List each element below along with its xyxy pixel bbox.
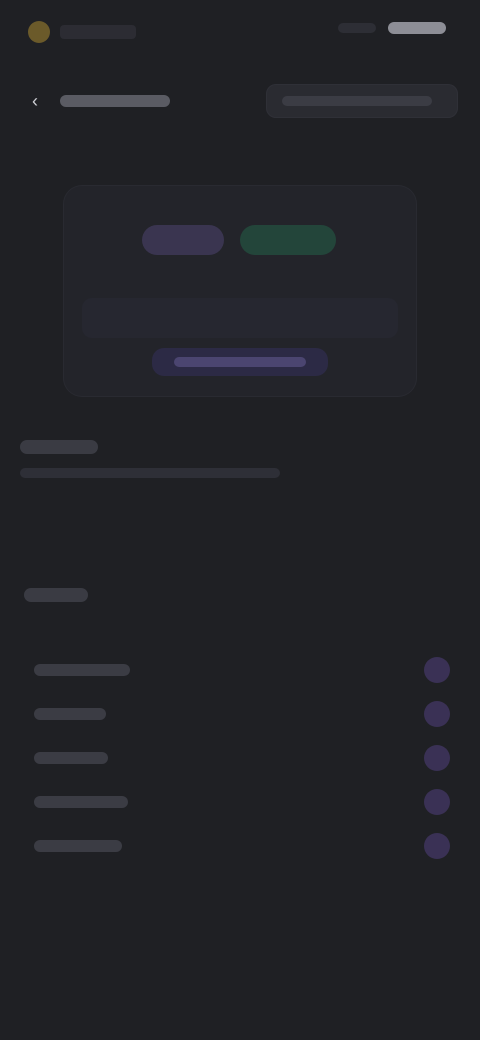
back-button[interactable]: ‹ bbox=[32, 88, 192, 114]
list-item-badge bbox=[424, 657, 450, 683]
list-item-label bbox=[34, 664, 130, 676]
list-item-label bbox=[34, 708, 106, 720]
list-item-badge bbox=[424, 833, 450, 859]
list-item-label bbox=[34, 796, 128, 808]
section-list bbox=[18, 578, 462, 898]
list-item-label bbox=[34, 752, 108, 764]
top-right-controls bbox=[338, 22, 446, 34]
section-intro-subtitle bbox=[20, 468, 280, 478]
brand[interactable] bbox=[28, 14, 136, 50]
top-bar bbox=[0, 0, 480, 64]
brand-logo-icon bbox=[28, 21, 50, 43]
card-cta-button[interactable] bbox=[152, 348, 328, 376]
list-item-badge bbox=[424, 745, 450, 771]
list-item-badge bbox=[424, 789, 450, 815]
list-item-badge bbox=[424, 701, 450, 727]
card-description bbox=[82, 298, 398, 338]
chevron-left-icon: ‹ bbox=[32, 91, 38, 111]
mode-toggle-row bbox=[116, 222, 362, 258]
section-intro bbox=[20, 432, 460, 512]
list-item[interactable] bbox=[18, 736, 462, 780]
search-input[interactable] bbox=[266, 84, 458, 118]
toggle-green[interactable] bbox=[240, 225, 336, 255]
top-right-placeholder-1[interactable] bbox=[338, 23, 376, 33]
list-item-label bbox=[34, 840, 122, 852]
list-item[interactable] bbox=[18, 648, 462, 692]
top-right-placeholder-2[interactable] bbox=[388, 22, 446, 34]
card-cta-label bbox=[174, 357, 306, 367]
list-item[interactable] bbox=[18, 824, 462, 868]
search-placeholder bbox=[282, 96, 432, 106]
toggle-purple[interactable] bbox=[142, 225, 224, 255]
list-item[interactable] bbox=[18, 780, 462, 824]
section-intro-title bbox=[20, 440, 98, 454]
promo-card bbox=[64, 186, 416, 396]
actions-row: ‹ bbox=[22, 74, 458, 128]
brand-name bbox=[60, 25, 136, 39]
list-item[interactable] bbox=[18, 692, 462, 736]
section-list-title bbox=[24, 588, 88, 602]
back-button-label bbox=[60, 95, 170, 107]
list bbox=[18, 648, 462, 868]
